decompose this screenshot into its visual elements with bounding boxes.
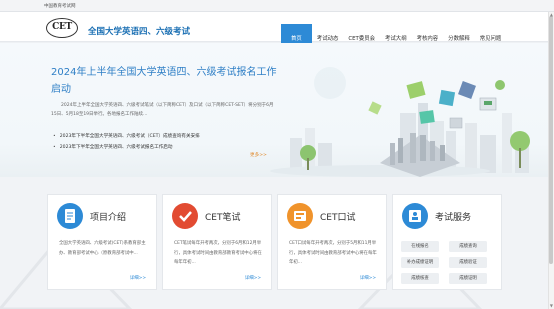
project-intro-card[interactable]: 项目介绍 全国大学英语四、六级考试(CET)系教育部主办、教育部考试中心（原教育… (47, 194, 157, 290)
site-title[interactable]: 全国大学英语四、六级考试 (88, 25, 190, 37)
more-link[interactable]: 更多>> (250, 152, 267, 158)
oral-test-card[interactable]: CET口试 CET口试每年开考两次，分别于5月和11月举行，具体考试时间由教育部… (277, 194, 387, 290)
card-more-link[interactable]: 详细>> (130, 275, 146, 281)
card-more-link[interactable]: 详细>> (360, 275, 376, 281)
hero-banner: 2024年上半年全国大学英语四、六级考试报名工作启动 2024年上半年全国大学英… (0, 43, 554, 177)
news-list: 2023年下半年全国大学英语四、六级考试（CET）成绩查询有关安排 2023年下… (53, 131, 283, 153)
hero-description: 2024年上半年全国大学英语四、六级考试笔试（以下简称CET）及口试（以下简称C… (51, 103, 274, 117)
microphone-icon (287, 203, 313, 229)
written-test-card[interactable]: CET笔试 CET笔试每年开考两次，分别于6月和12月举行，具体考试时间由教育部… (162, 194, 272, 290)
city-skyline-illustration (270, 67, 530, 177)
card-more-link[interactable]: 详细>> (245, 275, 261, 281)
card-description: 全国大学英语四、六级考试(CET)系教育部主办、教育部考试中心（原教育部考试中.… (59, 241, 146, 256)
service-button-score-review[interactable]: 成绩核查 (401, 273, 439, 284)
cet-logo[interactable]: CET (46, 18, 78, 38)
top-utility-text: 中国教育考试网 (44, 4, 76, 9)
service-button-score-certificate[interactable]: 成绩证明 (449, 273, 487, 284)
service-button-online-registration[interactable]: 在线报名 (401, 241, 439, 252)
card-title: CET口试 (320, 213, 356, 223)
card-description: CET口试每年开考两次，分别于5月和11月举行，具体考试时间由教育部考试中心将在… (289, 241, 377, 265)
hero-title[interactable]: 2024年上半年全国大学英语四、六级考试报名工作启动 (51, 64, 281, 98)
card-title: 项目介绍 (90, 213, 127, 223)
card-title: CET笔试 (205, 213, 241, 223)
news-item[interactable]: 2023年下半年全国大学英语四、六级考试（CET）成绩查询有关安排 (53, 131, 283, 142)
checkmark-icon (172, 203, 198, 229)
exam-services-card: 考试服务 在线报名 成绩查询 补办成绩证明 成绩验证 成绩核查 成绩证明 (392, 194, 502, 290)
site-header: CET 全国大学英语四、六级考试 首页 考试动态 CET委员会 考试大纲 考核内… (0, 12, 554, 54)
id-card-icon (402, 203, 428, 229)
top-utility-bar: 中国教育考试网 (0, 0, 554, 12)
news-item[interactable]: 2023年下半年全国大学英语四、六级考试报名工作启动 (53, 142, 283, 153)
scroll-down-icon[interactable]: ▼ (550, 303, 553, 308)
service-button-score-query[interactable]: 成绩查询 (449, 241, 487, 252)
service-button-score-verification[interactable]: 成绩验证 (449, 257, 487, 268)
services-grid: 在线报名 成绩查询 补办成绩证明 成绩验证 成绩核查 成绩证明 (401, 241, 493, 284)
card-description: CET笔试每年开考两次，分别于6月和12月举行，具体考试时间由教育部教育考试中心… (174, 241, 262, 265)
card-title: 考试服务 (435, 213, 472, 223)
scroll-up-icon[interactable]: ▲ (550, 12, 553, 17)
document-icon (57, 203, 83, 229)
scrollbar-thumb[interactable] (549, 16, 553, 264)
service-button-reissue-certificate[interactable]: 补办成绩证明 (401, 257, 439, 268)
